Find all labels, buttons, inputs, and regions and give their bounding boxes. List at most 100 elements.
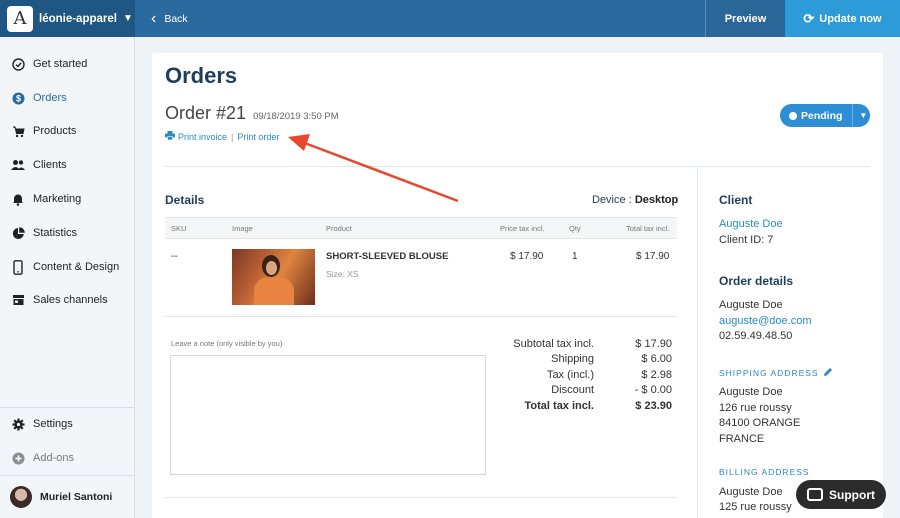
cell-total: $ 17.90 <box>636 251 670 262</box>
people-icon <box>11 158 25 172</box>
sidebar-item-sales-channels[interactable]: Sales channels <box>0 285 134 315</box>
dollar-circle-icon: $ <box>11 91 25 105</box>
store-switcher[interactable]: A léonie-apparel ▼ <box>0 0 135 37</box>
column-header-qty: Qty <box>569 224 581 233</box>
order-panel: Orders Order #21 09/18/2019 3:50 PM Prin… <box>152 53 883 518</box>
chevron-left-icon: ‹ <box>151 9 157 27</box>
sidebar-item-label: Clients <box>33 159 67 171</box>
sidebar-item-label: Content & Design <box>33 261 120 273</box>
print-order-link[interactable]: Print order <box>237 132 279 142</box>
total-value: $ 23.90 <box>635 400 672 412</box>
cell-product-name: SHORT-SLEEVED BLOUSE <box>326 251 449 262</box>
sidebar-item-marketing[interactable]: Marketing <box>0 184 134 214</box>
sidebar: Get started $ Orders Products Clients Ma… <box>0 37 135 518</box>
sidebar-item-get-started[interactable]: Get started <box>0 49 134 79</box>
client-name-link[interactable]: Auguste Doe <box>719 218 783 230</box>
total-label: Total tax incl. <box>524 400 594 412</box>
sidebar-item-label: Settings <box>33 418 73 430</box>
sidebar-item-label: Statistics <box>33 227 78 239</box>
check-circle-icon <box>11 57 25 71</box>
shipping-address-caption: SHIPPING ADDRESS <box>719 367 833 379</box>
print-separator: | <box>231 131 234 142</box>
refresh-icon: ⟳ <box>803 10 815 26</box>
sidebar-item-settings[interactable]: Settings <box>0 409 134 439</box>
sidebar-divider <box>0 475 134 476</box>
shipping-line: Auguste Doe <box>719 386 783 398</box>
order-number: Order #21 <box>165 103 247 123</box>
pie-chart-icon <box>11 226 25 240</box>
shipping-line: 84100 ORANGE <box>719 417 801 429</box>
back-label: Back <box>164 12 188 25</box>
product-image-face <box>266 261 277 275</box>
sidebar-item-addons[interactable]: Add-ons <box>0 443 134 473</box>
bottom-divider <box>165 497 677 498</box>
client-id: Client ID: 7 <box>719 234 774 246</box>
billing-address-label: BILLING ADDRESS <box>719 467 810 477</box>
billing-line: Auguste Doe <box>719 486 783 498</box>
pencil-icon[interactable] <box>823 367 833 379</box>
note-textarea[interactable] <box>170 355 486 475</box>
column-header-price: Price tax incl. <box>500 224 545 233</box>
note-label: Leave a note (only visible by you) <box>171 339 283 348</box>
status-dropdown[interactable]: Pending ▼ <box>780 104 870 127</box>
annotation-arrow <box>288 134 459 203</box>
subtotal-value: $ 17.90 <box>635 338 672 350</box>
shipping-value: $ 6.00 <box>641 353 672 365</box>
device-label: Device : <box>592 194 632 206</box>
sidebar-item-label: Marketing <box>33 193 82 205</box>
status-dot-icon <box>789 111 797 120</box>
sidebar-item-clients[interactable]: Clients <box>0 150 134 180</box>
sidebar-item-content-design[interactable]: Content & Design <box>0 252 134 282</box>
sidebar-item-label: Get started <box>33 58 88 70</box>
top-bar: A léonie-apparel ▼ ‹ Back Preview ⟳ Upda… <box>0 0 900 37</box>
order-contact-email[interactable]: auguste@doe.com <box>719 315 812 327</box>
caret-down-icon[interactable]: ▼ <box>859 111 867 120</box>
billing-address-caption: BILLING ADDRESS <box>719 467 810 477</box>
status-divider <box>852 104 854 127</box>
sidebar-item-statistics[interactable]: Statistics <box>0 218 134 248</box>
details-title: Details <box>165 193 205 207</box>
store-icon <box>11 293 25 307</box>
update-now-button[interactable]: ⟳ Update now <box>785 0 900 37</box>
cell-sku: -- <box>171 251 178 262</box>
avatar <box>10 486 32 508</box>
sidebar-item-label: Add-ons <box>33 452 74 464</box>
cell-product-size: Size: XS <box>326 269 359 279</box>
order-heading: Order #21 09/18/2019 3:50 PM <box>165 103 339 124</box>
shipping-line: FRANCE <box>719 433 765 445</box>
device-value: Desktop <box>634 194 679 206</box>
order-contact-name: Auguste Doe <box>719 299 783 311</box>
subtotal-label: Subtotal tax incl. <box>513 338 594 350</box>
shipping-line: 126 rue roussy <box>719 402 792 414</box>
gear-icon <box>11 417 25 431</box>
column-header-image: Image <box>232 224 253 233</box>
sidebar-item-orders[interactable]: $ Orders <box>0 83 134 113</box>
bell-icon <box>11 192 25 206</box>
sidebar-item-products[interactable]: Products <box>0 116 134 146</box>
chat-icon <box>807 488 823 501</box>
discount-label: Discount <box>551 384 594 396</box>
page-title: Orders <box>165 63 238 88</box>
preview-button[interactable]: Preview <box>705 0 785 37</box>
chevron-down-icon: ▼ <box>122 13 133 24</box>
discount-value: - $ 0.00 <box>634 384 672 396</box>
sidebar-item-label: Orders <box>33 92 67 104</box>
support-button[interactable]: Support <box>796 480 886 509</box>
print-links: Print invoice | Print order <box>165 131 279 142</box>
store-logo: A <box>7 5 33 32</box>
print-invoice-link[interactable]: Print invoice <box>178 132 227 142</box>
store-name: léonie-apparel <box>39 12 117 25</box>
cell-price: $ 17.90 <box>510 251 544 262</box>
user-profile[interactable]: Muriel Santoni <box>0 479 134 515</box>
product-image <box>232 249 315 305</box>
table-divider <box>165 316 677 317</box>
cell-qty: 1 <box>572 251 578 262</box>
cart-icon <box>11 124 25 138</box>
header-divider <box>165 166 870 167</box>
column-header-total: Total tax incl. <box>626 224 670 233</box>
svg-text:$: $ <box>15 93 20 103</box>
plus-circle-icon <box>11 451 25 465</box>
support-label: Support <box>829 487 875 502</box>
user-name: Muriel Santoni <box>40 491 113 503</box>
back-button[interactable]: ‹ Back <box>151 9 188 27</box>
